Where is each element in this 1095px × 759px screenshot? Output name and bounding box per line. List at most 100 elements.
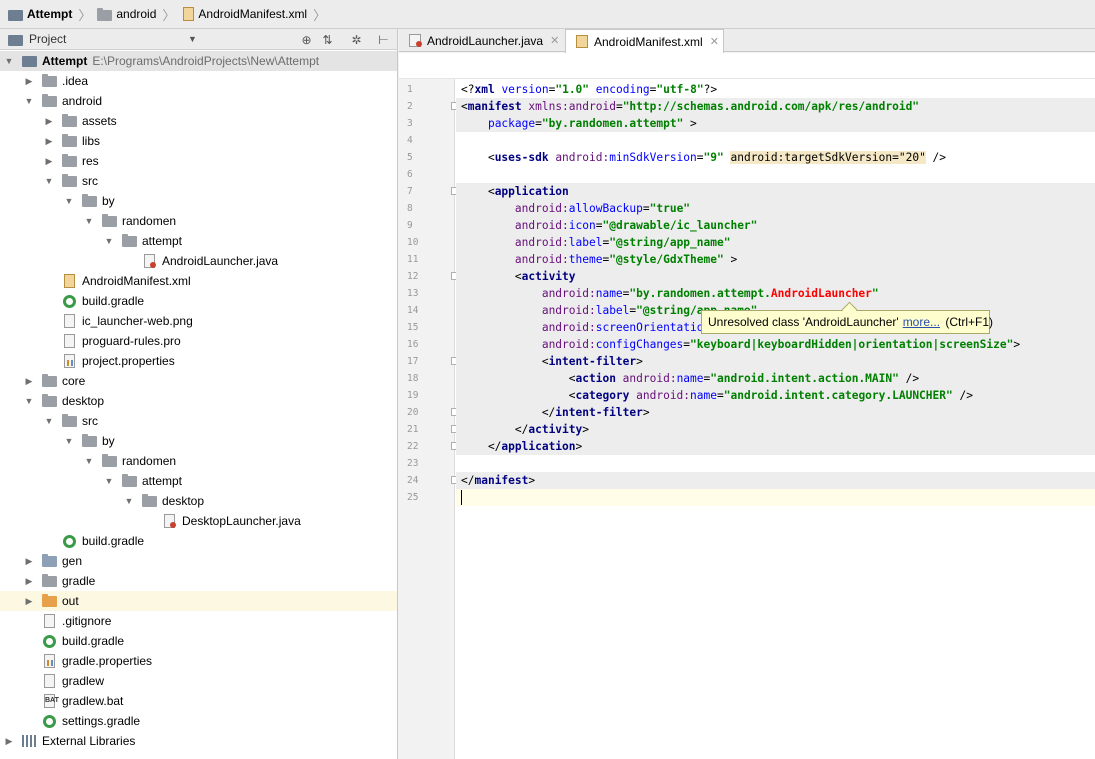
tree-row[interactable]: ▼ src <box>0 411 397 431</box>
tree-row[interactable]: ▼ android <box>0 91 397 111</box>
project-panel: Project ▼ ⊕ ⇅ ✲ ⊢ ▼ Attempt E:\Programs\An… <box>0 29 398 759</box>
chevron-down-icon[interactable]: ▼ <box>104 231 114 251</box>
code-area[interactable]: <?xml version="1.0" encoding="utf-8"?> <m… <box>456 79 1095 759</box>
code-token: version <box>501 83 549 96</box>
tab-android-manifest[interactable]: AndroidManifest.xml ✕ <box>565 29 724 53</box>
code-token: < <box>461 355 549 368</box>
breadcrumb-item-manifest[interactable]: AndroidManifest.xml <box>181 4 307 24</box>
code-token: = <box>615 100 623 113</box>
tree-row[interactable]: ▶ .idea <box>0 71 397 91</box>
hide-icon[interactable]: ⊢ <box>376 32 391 47</box>
tree-row[interactable]: build.gradle <box>0 531 397 551</box>
code-line: android:name="by.randomen.attempt.Androi… <box>456 285 1095 302</box>
close-icon[interactable]: ✕ <box>550 34 559 47</box>
tree-row[interactable]: .gitignore <box>0 611 397 631</box>
tree-row[interactable]: ▼ src <box>0 171 397 191</box>
tab-android-launcher[interactable]: AndroidLauncher.java ✕ <box>399 29 565 52</box>
line-number: 7 <box>407 186 413 197</box>
tree-item-name: assets <box>82 114 117 128</box>
tree-row[interactable]: ▼ randomen <box>0 211 397 231</box>
breadcrumb-separator-icon: 〉 <box>313 7 327 23</box>
code-token: "http://schemas.android.com/apk/res/andr… <box>622 100 920 113</box>
tooltip-more-link[interactable]: more... <box>903 315 940 329</box>
tree-item-name: External Libraries <box>42 734 136 748</box>
chevron-right-icon[interactable]: ▶ <box>24 371 34 391</box>
tree-row[interactable]: ▼ Attempt E:\Programs\AndroidProjects\New\… <box>0 51 397 71</box>
chevron-down-icon[interactable]: ▼ <box>44 171 54 191</box>
tree-row[interactable]: AndroidManifest.xml <box>0 271 397 291</box>
tree-row[interactable]: ▶ out <box>0 591 397 611</box>
tree-row[interactable]: ic_launcher-web.png <box>0 311 397 331</box>
chevron-right-icon[interactable]: ▶ <box>44 111 54 131</box>
chevron-down-icon[interactable]: ▼ <box>104 471 114 491</box>
tree-row-label: AndroidLauncher.java <box>162 251 278 271</box>
tree-row[interactable]: ▼ by <box>0 191 397 211</box>
tree-row[interactable]: project.properties <box>0 351 397 371</box>
folder-icon <box>42 394 57 408</box>
tree-row[interactable]: gradlew <box>0 671 397 691</box>
chevron-down-icon[interactable]: ▼ <box>24 91 34 111</box>
tooltip-message: Unresolved class 'AndroidLauncher' <box>708 315 899 329</box>
breadcrumb-item-android[interactable]: android <box>97 4 156 24</box>
tree-row[interactable]: ▶ gradle <box>0 571 397 591</box>
chevron-down-icon[interactable]: ▼ <box>124 491 134 511</box>
project-panel-header: Project ▼ ⊕ ⇅ ✲ ⊢ <box>0 29 397 50</box>
tree-row[interactable]: proguard-rules.pro <box>0 331 397 351</box>
chevron-down-icon[interactable]: ▼ <box>24 391 34 411</box>
folder-icon <box>62 174 77 188</box>
tree-row[interactable]: ▼ attempt <box>0 231 397 251</box>
tree-row[interactable]: DesktopLauncher.java <box>0 511 397 531</box>
code-editor[interactable]: 1 2 3 4 5 6 7 8 9 10 11 12 13 14 15 16 17 18 19 20 21 22 23 24 2… <box>399 53 1095 759</box>
chevron-down-icon[interactable]: ▼ <box>64 431 74 451</box>
code-token: application <box>494 185 569 198</box>
tree-row[interactable]: ▼ by <box>0 431 397 451</box>
code-line: <manifest xmlns:android="http://schemas.… <box>456 98 1095 115</box>
line-number: 12 <box>407 271 419 282</box>
chevron-right-icon[interactable]: ▶ <box>24 551 34 571</box>
tree-row[interactable]: BAT gradlew.bat <box>0 691 397 711</box>
tree-row[interactable]: AndroidLauncher.java <box>0 251 397 271</box>
tree-row[interactable]: build.gradle <box>0 631 397 651</box>
chevron-right-icon[interactable]: ▶ <box>24 71 34 91</box>
tree-row[interactable]: ▶ assets <box>0 111 397 131</box>
chevron-down-icon[interactable]: ▼ <box>84 211 94 231</box>
line-number: 4 <box>407 135 413 146</box>
collapse-icon[interactable]: ⇅ <box>320 32 335 47</box>
breadcrumb: Attempt 〉 android 〉 AndroidManifest.xml … <box>0 0 1095 29</box>
chevron-down-icon[interactable]: ▼ <box>188 34 197 44</box>
chevron-right-icon[interactable]: ▶ <box>24 591 34 611</box>
target-icon[interactable]: ⊕ <box>299 32 314 47</box>
tree-row[interactable]: build.gradle <box>0 291 397 311</box>
tree-row[interactable]: ▼ desktop <box>0 391 397 411</box>
chevron-down-icon[interactable]: ▼ <box>64 191 74 211</box>
tree-row[interactable]: ▼ desktop <box>0 491 397 511</box>
breadcrumb-label: AndroidManifest.xml <box>198 7 308 21</box>
tree-row[interactable]: ▼ attempt <box>0 471 397 491</box>
chevron-right-icon[interactable]: ▶ <box>4 731 14 751</box>
chevron-down-icon[interactable]: ▼ <box>4 51 14 71</box>
code-token: android: <box>541 287 596 300</box>
tree-item-name: res <box>82 154 99 168</box>
breadcrumb-item-project[interactable]: Attempt <box>8 4 72 24</box>
tree-row[interactable]: gradle.properties <box>0 651 397 671</box>
chevron-down-icon[interactable]: ▼ <box>44 411 54 431</box>
close-icon[interactable]: ✕ <box>710 35 719 48</box>
code-token: intent-filter <box>555 406 643 419</box>
tree-row[interactable]: ▼ randomen <box>0 451 397 471</box>
chevron-right-icon[interactable]: ▶ <box>24 571 34 591</box>
code-token: > <box>636 355 643 368</box>
chevron-right-icon[interactable]: ▶ <box>44 151 54 171</box>
chevron-right-icon[interactable]: ▶ <box>44 131 54 151</box>
tree-row[interactable]: ▶ External Libraries <box>0 731 397 751</box>
tree-row[interactable]: ▶ gen <box>0 551 397 571</box>
tree-row[interactable]: ▶ libs <box>0 131 397 151</box>
tree-row[interactable]: ▶ res <box>0 151 397 171</box>
code-line: </intent-filter> <box>456 404 1095 421</box>
tree-row[interactable]: ▶ core <box>0 371 397 391</box>
gear-icon[interactable]: ✲ <box>349 32 364 47</box>
tree-row[interactable]: settings.gradle <box>0 711 397 731</box>
chevron-down-icon[interactable]: ▼ <box>84 451 94 471</box>
tree-item-name: gradle <box>62 574 96 588</box>
code-token: AndroidLauncher <box>770 287 872 300</box>
project-view-selector[interactable]: Project <box>29 32 66 46</box>
